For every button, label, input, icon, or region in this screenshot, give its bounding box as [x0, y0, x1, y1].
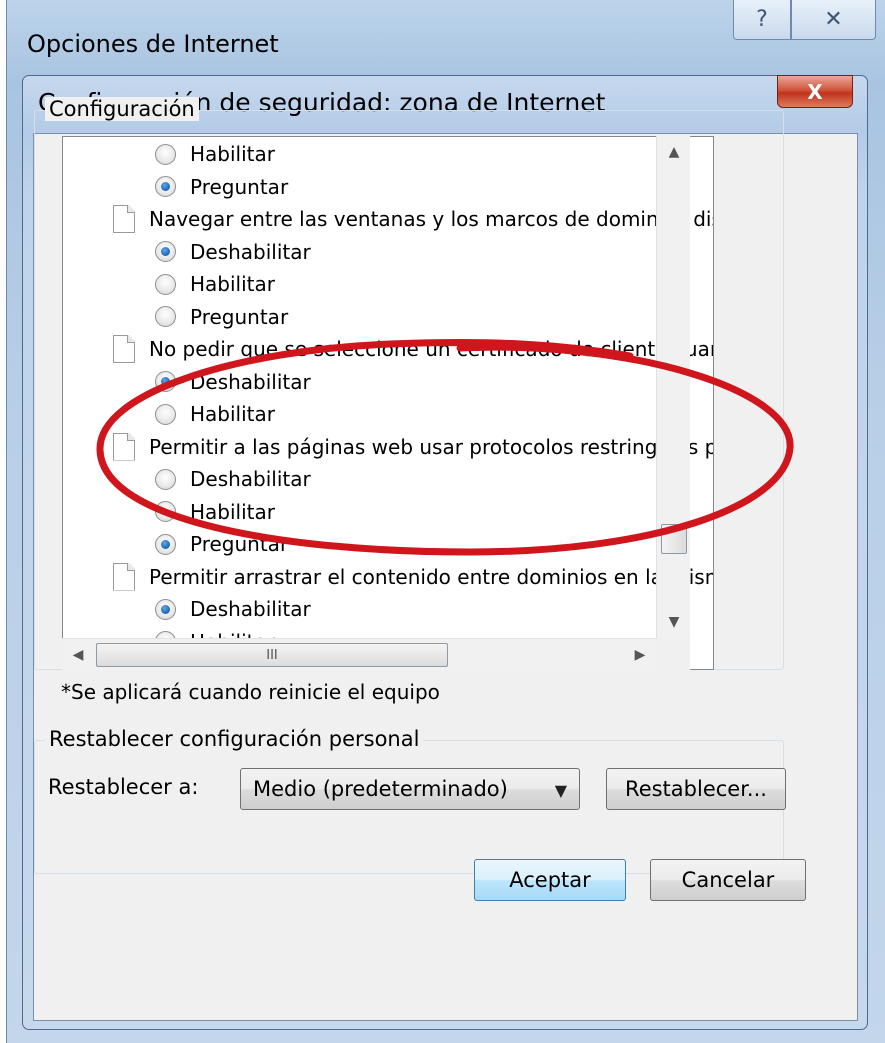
settings-option-row[interactable]: Deshabilitar	[155, 366, 311, 398]
settings-item-row[interactable]: Permitir arrastrar el contenido entre do…	[113, 561, 713, 593]
reset-group-legend: Restablecer configuración personal	[45, 727, 424, 751]
radio-checked-icon[interactable]	[155, 598, 176, 620]
scroll-down-arrow-icon[interactable]: ▼	[657, 606, 691, 638]
settings-row-label: Deshabilitar	[190, 239, 311, 264]
settings-row-label: Permitir arrastrar el contenido entre do…	[149, 564, 713, 589]
settings-option-row[interactable]: Habilitar	[155, 268, 275, 300]
horizontal-scroll-thumb[interactable]: III	[96, 643, 448, 667]
reset-level-value: Medio (predeterminado)	[253, 777, 508, 801]
settings-option-row[interactable]: Preguntar	[155, 301, 288, 333]
dropdown-arrow-icon: ▼	[554, 781, 567, 800]
scroll-up-arrow-icon[interactable]: ▲	[657, 136, 691, 168]
settings-row-label: No pedir que se seleccione un certificad…	[149, 337, 714, 361]
settings-option-row[interactable]: Deshabilitar	[155, 463, 311, 495]
vertical-scrollbar[interactable]: ▲ ▼	[656, 136, 690, 638]
settings-option-row[interactable]: Preguntar	[155, 528, 288, 560]
settings-row-label: Habilitar	[190, 142, 275, 166]
radio-checked-icon[interactable]	[155, 176, 176, 197]
settings-row-label: Habilitar	[190, 402, 275, 426]
settings-option-row[interactable]: Preguntar	[155, 171, 288, 203]
radio-unchecked-icon[interactable]	[155, 273, 176, 295]
scroll-left-arrow-icon[interactable]: ◀	[62, 639, 94, 671]
settings-row-label: Navegar entre las ventanas y los marcos …	[149, 207, 714, 231]
radio-unchecked-icon[interactable]	[155, 403, 176, 425]
settings-item-row[interactable]: Navegar entre las ventanas y los marcos …	[113, 203, 714, 235]
radio-unchecked-icon[interactable]	[155, 306, 176, 327]
radio-unchecked-icon[interactable]	[155, 143, 176, 165]
radio-checked-icon[interactable]	[155, 241, 176, 262]
radio-unchecked-icon[interactable]	[155, 501, 176, 522]
radio-unchecked-icon[interactable]	[155, 468, 176, 490]
help-button[interactable]: ?	[733, 0, 791, 40]
settings-item-row[interactable]: Permitir a las páginas web usar protocol…	[113, 431, 714, 463]
cancel-button[interactable]: Cancelar	[650, 859, 806, 901]
document-icon	[113, 205, 135, 233]
restart-note: *Se aplicará cuando reinicie el equipo	[61, 680, 440, 704]
radio-checked-icon[interactable]	[155, 371, 176, 392]
settings-option-row[interactable]: Habilitar	[155, 398, 275, 430]
settings-option-row[interactable]: Deshabilitar	[155, 236, 311, 268]
settings-row-label: Deshabilitar	[190, 467, 311, 491]
reset-level-select[interactable]: Medio (predeterminado) ▼	[240, 768, 580, 810]
settings-row-label: Preguntar	[190, 532, 289, 556]
settings-list[interactable]: Habilitar Preguntar Navegar entre las vent…	[62, 136, 714, 670]
help-icon: ?	[756, 7, 768, 32]
settings-row-label: Deshabilitar	[190, 369, 311, 394]
outer-close-button[interactable]: ✕	[791, 0, 876, 40]
close-icon: ✕	[824, 7, 843, 32]
settings-row-label: Permitir a las páginas web usar protocol…	[149, 434, 714, 459]
vertical-scroll-thumb[interactable]	[661, 524, 687, 554]
settings-row-label: Habilitar	[190, 272, 275, 296]
reset-button[interactable]: Restablecer...	[606, 768, 786, 810]
horizontal-scrollbar[interactable]: ◀ III ▶	[62, 638, 656, 670]
settings-option-row[interactable]: Habilitar	[155, 138, 275, 170]
settings-row-label: Habilitar	[190, 499, 275, 524]
dialog-close-button[interactable]: X	[777, 75, 853, 108]
radio-checked-icon[interactable]	[155, 533, 176, 555]
close-icon: X	[807, 79, 823, 104]
reset-to-label: Restablecer a:	[48, 775, 199, 799]
settings-group-legend: Configuración	[45, 97, 199, 121]
document-icon	[113, 432, 135, 461]
scroll-grip-icon: III	[266, 647, 278, 663]
scroll-right-arrow-icon[interactable]: ▶	[624, 639, 656, 671]
document-icon	[113, 562, 135, 591]
scrollbar-corner	[656, 638, 690, 670]
settings-option-row[interactable]: Habilitar	[155, 496, 275, 528]
settings-row-label: Preguntar	[190, 304, 289, 329]
settings-item-row[interactable]: No pedir que se seleccione un certificad…	[113, 333, 714, 365]
settings-row-label: Deshabilitar	[190, 597, 311, 621]
settings-option-row[interactable]: Deshabilitar	[155, 593, 311, 625]
document-icon	[113, 335, 135, 363]
accept-button[interactable]: Aceptar	[474, 859, 626, 901]
outer-window-title: Opciones de Internet	[27, 30, 279, 58]
settings-row-label: Preguntar	[190, 174, 289, 199]
